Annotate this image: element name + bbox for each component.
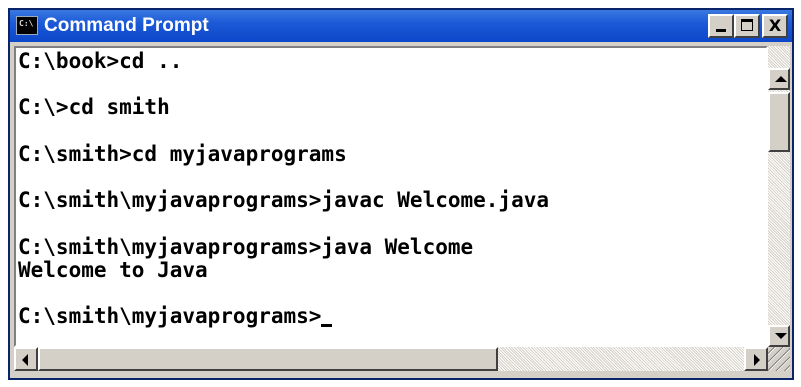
window-controls: X (708, 14, 788, 38)
console-icon[interactable]: C:\ (16, 16, 38, 35)
console-icon-text: C:\ (19, 19, 34, 28)
console-line: Welcome to Java (18, 257, 208, 282)
horizontal-scroll-thumb[interactable] (38, 347, 498, 371)
minimize-button[interactable] (708, 14, 734, 38)
arrow-left-icon (22, 354, 28, 366)
scroll-left-button[interactable] (14, 347, 38, 371)
arrow-down-icon (775, 333, 787, 339)
title-bar[interactable]: C:\ Command Prompt X (10, 10, 792, 42)
console-output[interactable]: C:\book>cd .. C:\>cd smith C:\smith>cd m… (14, 46, 768, 347)
window-title: Command Prompt (44, 15, 209, 36)
text-cursor (321, 324, 333, 328)
console-line: C:\>cd smith (18, 95, 170, 120)
maximize-button[interactable] (734, 14, 760, 38)
scroll-up-button[interactable] (768, 68, 790, 90)
vertical-scrollbar[interactable] (768, 46, 790, 347)
arrow-up-icon (775, 76, 787, 82)
scroll-down-button[interactable] (768, 325, 790, 347)
scroll-right-button[interactable] (744, 347, 768, 371)
horizontal-scrollbar[interactable] (14, 347, 768, 371)
console-line: C:\smith\myjavaprograms>java Welcome (18, 234, 474, 259)
close-icon: X (768, 16, 782, 35)
console-line: C:\smith\myjavaprograms>javac Welcome.ja… (18, 188, 550, 213)
close-button[interactable]: X (762, 14, 788, 38)
console-prompt-line: C:\smith\myjavaprograms> (18, 304, 322, 329)
vertical-scroll-thumb[interactable] (768, 92, 790, 152)
console-line: C:\smith>cd myjavaprograms (18, 141, 347, 166)
resize-grip[interactable] (768, 347, 790, 371)
command-prompt-window: C:\ Command Prompt X C:\book>cd .. C:\>c… (8, 8, 794, 380)
maximize-icon (741, 19, 753, 31)
arrow-right-icon (754, 354, 760, 366)
minimize-icon (716, 29, 726, 32)
console-line: C:\book>cd .. (18, 49, 183, 73)
